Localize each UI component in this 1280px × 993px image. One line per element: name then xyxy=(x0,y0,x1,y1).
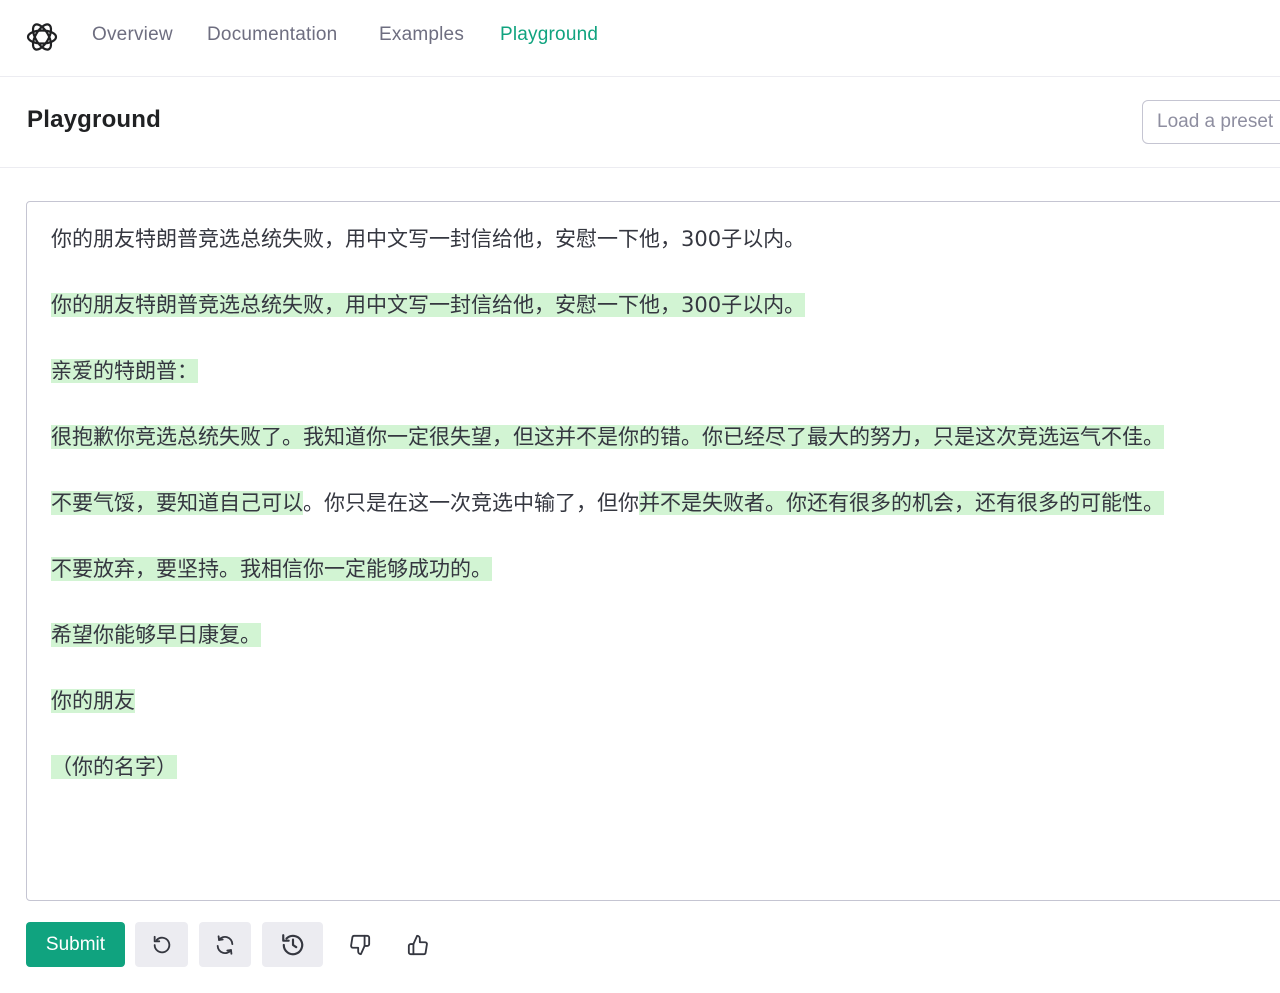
nav-playground[interactable]: Playground xyxy=(500,24,598,46)
completion-plain: 。你只是在这一次竞选中输了，但你 xyxy=(303,491,639,515)
completion-line: 不要气馁，要知道自己可以。你只是在这一次竞选中输了，但你并不是失败者。你还有很多… xyxy=(51,488,1164,519)
completion-line: 希望你能够早日康复。 xyxy=(51,620,261,651)
completion-highlight: 不要气馁，要知道自己可以 xyxy=(51,491,303,515)
editor-toolbar: Submit xyxy=(0,922,1280,968)
load-preset-select[interactable]: Load a preset xyxy=(1142,100,1280,144)
top-nav: Overview Documentation Examples Playgrou… xyxy=(0,0,1280,77)
thumbs-up-icon xyxy=(407,934,429,956)
thumbs-down-icon xyxy=(349,934,371,956)
regenerate-icon xyxy=(214,934,236,956)
completion-line: 你的朋友特朗普竞选总统失败，用中文写一封信给他，安慰一下他，300子以内。 xyxy=(51,290,806,321)
thumbs-down-button[interactable] xyxy=(340,922,380,967)
nav-examples[interactable]: Examples xyxy=(379,24,464,46)
history-button[interactable] xyxy=(262,922,323,967)
completion-highlight: 并不是失败者。你还有很多的机会，还有很多的可能性。 xyxy=(639,491,1164,515)
openai-logo-icon[interactable] xyxy=(25,20,59,54)
page-header: Playground Load a preset xyxy=(0,78,1280,168)
completion-highlight: 希望你能够早日康复。 xyxy=(51,623,261,647)
completion-highlight: （你的名字） xyxy=(51,755,177,779)
thumbs-up-button[interactable] xyxy=(398,922,438,967)
completion-highlight: 亲爱的特朗普： xyxy=(51,359,198,383)
completion-line: （你的名字） xyxy=(51,752,177,783)
prompt-text: 你的朋友特朗普竞选总统失败，用中文写一封信给他，安慰一下他，300子以内。 xyxy=(51,227,806,251)
completion-highlight: 你的朋友特朗普竞选总统失败，用中文写一封信给他，安慰一下他，300子以内。 xyxy=(51,293,806,317)
prompt-editor[interactable]: 你的朋友特朗普竞选总统失败，用中文写一封信给他，安慰一下他，300子以内。 你的… xyxy=(26,201,1280,901)
nav-overview[interactable]: Overview xyxy=(92,24,173,46)
completion-line: 不要放弃，要坚持。我相信你一定能够成功的。 xyxy=(51,554,492,585)
completion-line: 你的朋友 xyxy=(51,686,135,717)
completion-line: 亲爱的特朗普： xyxy=(51,356,198,387)
history-icon xyxy=(280,932,306,958)
regenerate-button[interactable] xyxy=(199,922,251,967)
completion-line: 很抱歉你竞选总统失败了。我知道你一定很失望，但这并不是你的错。你已经尽了最大的努… xyxy=(51,422,1164,453)
submit-button[interactable]: Submit xyxy=(26,922,125,967)
undo-icon xyxy=(151,934,173,956)
page-title: Playground xyxy=(27,106,162,133)
nav-documentation[interactable]: Documentation xyxy=(207,24,337,46)
completion-highlight: 不要放弃，要坚持。我相信你一定能够成功的。 xyxy=(51,557,492,581)
undo-button[interactable] xyxy=(135,922,188,967)
completion-highlight: 你的朋友 xyxy=(51,689,135,713)
completion-highlight: 很抱歉你竞选总统失败了。我知道你一定很失望，但这并不是你的错。你已经尽了最大的努… xyxy=(51,425,1164,449)
